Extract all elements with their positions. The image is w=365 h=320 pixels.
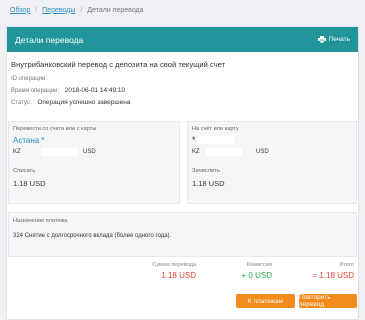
print-button[interactable]: Печать (317, 36, 350, 43)
from-account-card: Перевести со счета или с карты Астана * K… (8, 121, 180, 204)
repeat-transfer-button[interactable]: Повторить перевод (299, 294, 357, 308)
payment-purpose-label: Назначение платежа (13, 218, 68, 224)
breadcrumb: Обзор / Переводы / Детали перевода (6, 4, 148, 16)
payment-purpose-text: 324 Снятие с долгосрочного вклада (более… (13, 233, 172, 239)
operation-time-row: Время операции: 2018-06-01 14:49:10 (11, 87, 125, 94)
operation-status-label: Статус: (11, 100, 32, 106)
panel-header: Детали перевода Печать (7, 27, 358, 52)
transfer-sum-label: Сумма перевода (152, 262, 196, 268)
operation-time-label: Время операции: (11, 88, 60, 94)
payment-purpose-card: Назначение платежа 324 Снятие с долгосро… (8, 212, 357, 257)
to-account-marker: * (192, 135, 196, 145)
fee-label: Комиссия (246, 262, 272, 268)
transfer-sum-value: 1.18 USD (161, 271, 196, 280)
to-account-country: KZ (192, 149, 200, 155)
breadcrumb-transfers[interactable]: Переводы (38, 7, 79, 14)
total-label: Итого (339, 262, 354, 268)
credit-amount: 1.18 USD (192, 179, 225, 188)
page-title: Детали перевода (15, 34, 84, 45)
operation-title: Внутрибанковский перевод с депозита на с… (11, 60, 226, 69)
operation-status-value: Операция успешно завершена (37, 99, 131, 106)
operation-status-row: Статус: Операция успешно завершена (11, 99, 130, 106)
breadcrumb-overview[interactable]: Обзор (6, 7, 34, 14)
breadcrumb-current: Детали перевода (87, 6, 144, 14)
to-account-name-mask (198, 136, 234, 144)
operation-time-value: 2018-06-01 14:49:10 (64, 87, 126, 94)
panel-body: Внутрибанковский перевод с депозита на с… (7, 52, 358, 320)
to-account-number-mask (206, 148, 242, 156)
from-account-label: Перевести со счета или с карты (13, 126, 97, 132)
transfer-details-panel: Детали перевода Печать Внутрибанковский … (6, 26, 359, 320)
printer-icon (317, 36, 326, 43)
to-account-currency: USD (256, 149, 269, 155)
from-bank-name: Астана * (13, 136, 44, 145)
total-value: = 1.18 USD (312, 271, 354, 280)
from-bank-marker: * (41, 136, 45, 145)
from-bank-label: Астана (13, 136, 40, 145)
debit-amount: 1.18 USD (13, 179, 46, 188)
print-label: Печать (328, 36, 350, 43)
to-payments-button[interactable]: К платежам (236, 294, 295, 308)
operation-id-label: ID операции: (11, 76, 48, 82)
debit-label: Списать (13, 168, 36, 174)
to-account-label: На счёт или карту (192, 126, 239, 132)
from-account-number-mask (41, 148, 77, 156)
from-account-currency: USD (83, 149, 96, 155)
from-account-country: KZ (13, 149, 21, 155)
fee-value: + 0 USD (241, 271, 272, 280)
operation-id-row: ID операции: (11, 75, 51, 82)
credit-label: Зачислить (192, 168, 221, 174)
to-account-card: На счёт или карту * KZ USD Зачислить 1.1… (187, 121, 357, 204)
